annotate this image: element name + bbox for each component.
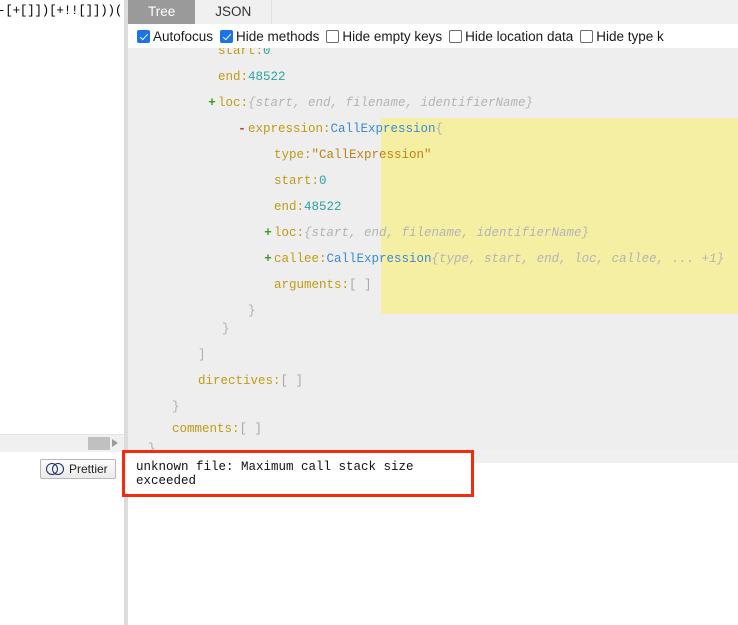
checkbox-autofocus[interactable] <box>137 29 150 43</box>
tab-json[interactable]: JSON <box>195 0 273 24</box>
ast-value: } <box>222 322 230 336</box>
ast-value: } <box>248 304 256 318</box>
tab-tree[interactable]: Tree <box>128 0 196 24</box>
ast-key: start: <box>218 48 264 58</box>
option-hide-empty-keys-label: Hide empty keys <box>342 28 443 44</box>
ast-key: end: <box>274 200 305 214</box>
tree-options-row: Autofocus Hide methods Hide empty keys H… <box>128 24 738 48</box>
editor-horizontal-scrollbar[interactable] <box>0 434 124 452</box>
ast-value: {start, end, filename, identifierName} <box>304 226 590 240</box>
expand-icon[interactable]: + <box>262 246 274 272</box>
ast-tree-row[interactable]: end: 48522 <box>128 194 342 220</box>
ast-tree-row[interactable]: + loc: {start, end, filename, identifier… <box>128 220 589 246</box>
checkbox-hide-location-data[interactable] <box>449 29 463 43</box>
ast-tree-row[interactable]: arguments: [ ] <box>128 272 372 298</box>
option-autofocus-label: Autofocus <box>153 28 214 44</box>
expand-icon[interactable]: + <box>262 220 274 246</box>
ast-tree-row[interactable]: + callee: CallExpression {type, start, e… <box>128 246 724 272</box>
checkbox-hide-empty-keys[interactable] <box>326 29 340 43</box>
ast-brace: { <box>435 122 444 136</box>
error-message-text: unknown file: Maximum call stack size ex… <box>136 459 414 488</box>
option-hide-location-data[interactable]: Hide location data <box>449 29 573 44</box>
ast-key: comments: <box>172 422 240 436</box>
ast-key: directives: <box>198 374 281 388</box>
ast-key: expression: <box>248 122 331 136</box>
tab-bar-filler <box>272 0 738 24</box>
ast-key: start: <box>274 174 320 188</box>
ast-value: {start, end, filename, identifierName} <box>248 96 534 110</box>
option-hide-methods[interactable]: Hide methods <box>220 29 319 44</box>
ast-value: CallExpression <box>326 252 432 266</box>
ast-tree-row[interactable]: + loc: {start, end, filename, identifier… <box>128 90 533 116</box>
ast-value: ] <box>198 348 206 362</box>
scroll-right-arrow-icon[interactable] <box>112 439 118 447</box>
ast-key: end: <box>218 70 249 84</box>
option-hide-location-data-label: Hide location data <box>465 28 574 44</box>
prettier-button-label: Prettier <box>69 461 108 476</box>
ast-value: CallExpression <box>330 122 436 136</box>
option-hide-type-keys[interactable]: Hide type k <box>580 29 664 44</box>
ast-tree-row[interactable]: end: 48522 <box>128 64 286 90</box>
ast-key: arguments: <box>274 278 350 292</box>
prettier-button[interactable]: Prettier <box>40 459 116 479</box>
option-hide-type-keys-label: Hide type k <box>596 28 664 44</box>
ast-key: type: <box>274 148 312 162</box>
highlighted-node-block <box>381 118 738 314</box>
checkbox-hide-methods[interactable] <box>220 29 234 43</box>
ast-tree-row[interactable]: } <box>128 436 156 450</box>
ast-tree-row[interactable]: start: 0 <box>128 168 327 194</box>
ast-key: loc: <box>218 96 249 110</box>
option-autofocus[interactable]: Autofocus <box>137 29 213 44</box>
ast-value-preview: {type, start, end, loc, callee, ... +1} <box>431 252 725 266</box>
ast-tree-row[interactable]: directives: [ ] <box>128 368 303 394</box>
error-message-box: unknown file: Maximum call stack size ex… <box>122 450 474 497</box>
ast-tree-row[interactable]: } <box>128 316 230 342</box>
ast-tree-row[interactable]: - expression: CallExpression { <box>128 116 443 142</box>
ast-value: 0 <box>263 48 271 58</box>
option-hide-empty-keys[interactable]: Hide empty keys <box>326 29 442 44</box>
checkbox-hide-type-keys[interactable] <box>580 29 594 43</box>
ast-value: [ ] <box>280 374 304 388</box>
ast-tree-view[interactable]: start: 0 end: 48522 + loc: {start, end, f… <box>128 48 738 450</box>
editor-code-text[interactable]: -[+[]])[+!![]]))() <box>0 3 124 19</box>
ast-value: 48522 <box>304 200 342 214</box>
ast-value: [ ] <box>349 278 372 292</box>
output-tab-bar: Tree JSON <box>128 0 738 24</box>
scrollbar-thumb[interactable] <box>88 437 110 450</box>
ast-tree-row[interactable]: type: "CallExpression" <box>128 142 432 168</box>
ast-tree-row[interactable]: start: 0 <box>128 48 271 64</box>
ast-value: [ ] <box>239 422 263 436</box>
expand-icon[interactable]: + <box>206 90 218 116</box>
ast-value: 0 <box>319 174 327 188</box>
option-hide-methods-label: Hide methods <box>236 28 320 44</box>
collapse-icon[interactable]: - <box>236 116 248 142</box>
prettier-logo-icon <box>46 463 64 475</box>
ast-key: callee: <box>274 252 327 266</box>
ast-value: } <box>148 442 156 450</box>
ast-tree-row[interactable]: ] <box>128 342 206 368</box>
ast-value: 48522 <box>248 70 286 84</box>
code-editor-pane[interactable]: -[+[]])[+!![]]))() <box>0 0 124 625</box>
ast-key: loc: <box>274 226 305 240</box>
ast-value: "CallExpression" <box>311 148 432 162</box>
